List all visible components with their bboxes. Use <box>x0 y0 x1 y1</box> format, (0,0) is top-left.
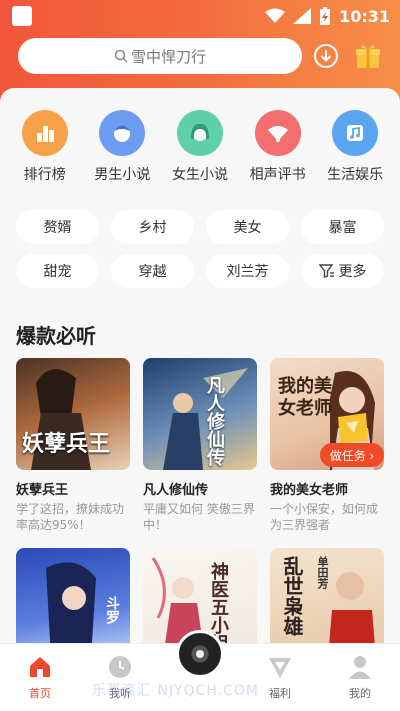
battery-charging-icon <box>320 7 331 25</box>
cover-figure <box>163 368 248 470</box>
ranking-icon <box>21 110 68 156</box>
tag-chip[interactable]: 乡村 <box>111 210 194 244</box>
book-card[interactable]: 凡人修仙传 凡人修仙传 平庸又如何 笑傲三界中！ <box>143 358 257 533</box>
task-badge-label: 做任务 › <box>320 443 384 467</box>
task-gift-icon <box>338 413 368 443</box>
category-female-novel[interactable]: 女生小说 <box>162 110 238 184</box>
main-content: 排行榜 男生小说 女生小说 相声评书 生活娱乐 赘婿 乡村 美女 暴富 甜宠 穿… <box>0 88 400 648</box>
tab-label: 首页 <box>29 687 51 700</box>
profile-icon <box>349 656 371 679</box>
notification-icon <box>12 6 32 26</box>
more-tags-label: 更多 <box>338 264 367 280</box>
book-title: 妖孽兵王 <box>16 483 69 498</box>
book-cover: 妖孽兵王 <box>16 358 130 470</box>
book-card[interactable]: 斗罗 <box>16 548 130 648</box>
task-floating-button[interactable]: 做任务 › <box>318 407 386 467</box>
tab-profile[interactable]: 我的 <box>320 644 400 711</box>
wifi-icon <box>265 8 286 23</box>
disc-icon <box>176 630 224 678</box>
tag-grid: 赘婿 乡村 美女 暴富 甜宠 穿越 刘兰芳 更多 <box>16 210 384 288</box>
book-card[interactable]: 乱世枭雄 单田芳 <box>270 548 384 648</box>
category-label: 男生小说 <box>94 167 151 183</box>
tag-chip[interactable]: 穿越 <box>111 254 194 288</box>
tab-label: 我的 <box>349 687 371 700</box>
book-cover: 乱世枭雄 单田芳 <box>270 548 384 648</box>
tag-chip[interactable]: 刘兰芳 <box>206 254 289 288</box>
tab-label: 福利 <box>269 687 291 700</box>
category-label: 排行榜 <box>23 167 66 183</box>
clock-icon <box>109 656 131 678</box>
home-icon <box>30 657 50 677</box>
search-input[interactable]: 雪中悍刀行 <box>18 38 302 74</box>
cover-title-text: 乱世枭雄 <box>280 556 304 636</box>
category-crosstalk[interactable]: 相声评书 <box>240 110 316 184</box>
female-avatar-icon <box>176 110 223 156</box>
download-button[interactable] <box>312 42 340 70</box>
cover-author-text: 单田芳 <box>316 556 329 589</box>
book-description: 学了这招，撩妹成功率高达95%！ <box>16 502 125 532</box>
tag-chip[interactable]: 赘婿 <box>16 210 99 244</box>
status-time: 10:31 <box>339 6 390 26</box>
category-label: 女生小说 <box>171 167 228 183</box>
gift-button[interactable] <box>354 42 382 70</box>
cover-title-text: 斗罗 <box>104 596 120 624</box>
tab-listen[interactable]: 我听 <box>80 644 160 711</box>
book-description: 一个小保安，如何成为三界强者 <box>270 502 379 532</box>
search-icon <box>114 49 128 63</box>
category-label: 生活娱乐 <box>327 167 384 183</box>
book-description: 平庸又如何 笑傲三界中！ <box>143 502 255 532</box>
bottom-tab-bar: 首页 我听 福利 我的 <box>0 630 400 711</box>
book-cover: 凡人修仙传 <box>143 358 257 470</box>
welfare-icon <box>269 658 291 678</box>
fan-icon <box>254 110 301 156</box>
tag-chip[interactable]: 甜宠 <box>16 254 99 288</box>
watermark-text: 乐哥资汇 NJYQCH.COM <box>92 683 260 699</box>
category-label: 相声评书 <box>249 167 306 183</box>
filter-icon <box>318 264 334 278</box>
cover-title-text: 凡人修仙传 <box>204 376 225 466</box>
category-lifestyle[interactable]: 生活娱乐 <box>317 110 393 184</box>
male-avatar-icon <box>99 110 146 156</box>
gift-icon <box>356 44 380 68</box>
status-bar: 10:31 <box>0 0 400 32</box>
section-title: 爆款必听 <box>16 324 96 348</box>
tab-player[interactable] <box>160 630 240 711</box>
signal-icon <box>293 8 312 24</box>
tag-chip[interactable]: 暴富 <box>301 210 384 244</box>
category-row: 排行榜 男生小说 女生小说 相声评书 生活娱乐 <box>0 110 400 184</box>
category-male-novel[interactable]: 男生小说 <box>84 110 160 184</box>
book-cover: 斗罗 <box>16 548 130 648</box>
music-note-icon <box>332 110 379 156</box>
book-title: 我的美女老师 <box>270 483 349 498</box>
download-icon <box>314 44 338 68</box>
tab-home[interactable]: 首页 <box>0 644 80 711</box>
more-tags-button[interactable]: 更多 <box>301 254 384 288</box>
category-ranking[interactable]: 排行榜 <box>7 110 83 184</box>
tab-welfare[interactable]: 福利 <box>240 644 320 711</box>
book-title: 凡人修仙传 <box>143 483 209 498</box>
search-placeholder: 雪中悍刀行 <box>130 47 206 66</box>
tag-chip[interactable]: 美女 <box>206 210 289 244</box>
book-card[interactable]: 妖孽兵王 妖孽兵王 学了这招，撩妹成功率高达95%！ <box>16 358 130 533</box>
cover-title-text: 妖孽兵王 <box>22 432 111 457</box>
